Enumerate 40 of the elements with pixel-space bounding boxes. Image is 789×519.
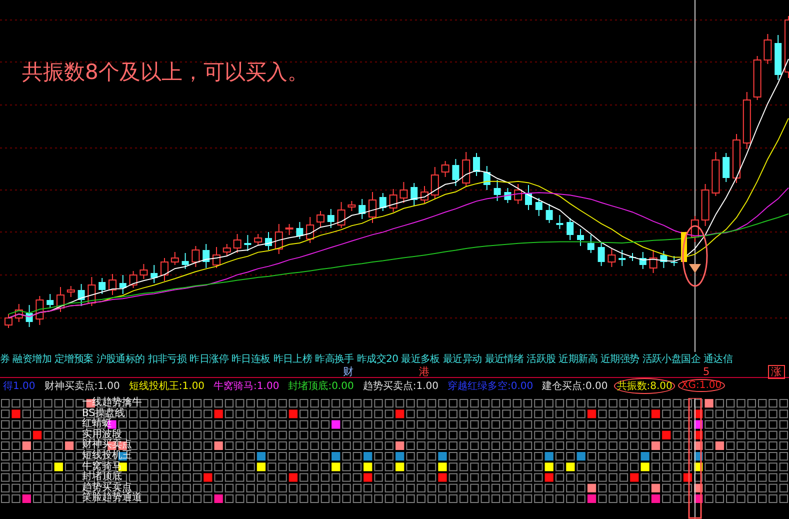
grid-row-label: 封堵顶底 (82, 472, 122, 482)
indicator-reading: 趋势买卖点:1.00 (362, 380, 440, 394)
tag-label[interactable]: 昨成交20 (356, 352, 398, 366)
tag-label[interactable]: 最近情绪 (484, 352, 524, 366)
indicator-reading: 牛窝骑马:1.00 (212, 380, 280, 394)
indicator-reading: 封堵顶底:0.00 (287, 380, 355, 394)
indicator-reading: XG:1.00 (678, 379, 725, 392)
tag-label[interactable]: 最近异动 (442, 352, 482, 366)
tag-label[interactable]: 昨高换手 (315, 352, 354, 366)
grid-row-label: 趋势买卖点 (82, 482, 132, 493)
indicator-reading: 短线投机王:1.00 (128, 380, 206, 394)
tag-label[interactable]: 最近多板 (401, 352, 440, 366)
grid-row-label: BS操盘线 (82, 408, 126, 419)
marker-label: 港 (418, 365, 431, 380)
tag-label[interactable]: 通达信 (704, 352, 733, 366)
tag-label[interactable]: 扣非亏损 (148, 352, 187, 366)
tag-label[interactable]: 近期新高 (558, 352, 598, 366)
indicator-reading: 共振数:8.00 (614, 378, 676, 394)
marker-label: 5 (702, 365, 711, 380)
triangle-icon (689, 264, 701, 273)
indicator-reading: 得1.00 (2, 380, 36, 394)
tag-label[interactable]: 昨日涨停 (190, 352, 228, 366)
tag-label[interactable]: 昨日上榜 (273, 352, 312, 366)
indicator-reading: 穿越红绿多空:0.00 (446, 380, 534, 394)
annotation-text: 共振数8个及以上，可以买入。 (22, 59, 308, 86)
tag-label[interactable]: 活跃小盘国企 (642, 352, 701, 366)
marker-label: 涨 (768, 365, 785, 380)
highlight-ellipse (682, 225, 708, 287)
tag-label[interactable]: 融资增加 (12, 352, 52, 366)
tag-label[interactable]: 定增预案 (54, 352, 94, 366)
indicator-reading: 建仓买点:0.00 (541, 380, 609, 394)
grid-row-label: 笑脸趋势通道 (82, 493, 142, 504)
tag-label[interactable]: 券 (0, 352, 10, 366)
tag-label[interactable]: 昨日连板 (231, 352, 270, 366)
tag-label[interactable]: 沪股通标的 (96, 352, 145, 366)
grid-row-label: 实用波段 (82, 430, 122, 440)
indicator-reading: 财神买卖点:1.00 (43, 380, 121, 394)
tag-label[interactable]: 近期强势 (600, 352, 640, 366)
marker-label: 财 (342, 365, 355, 380)
tag-label[interactable]: 活跃股 (526, 352, 556, 366)
